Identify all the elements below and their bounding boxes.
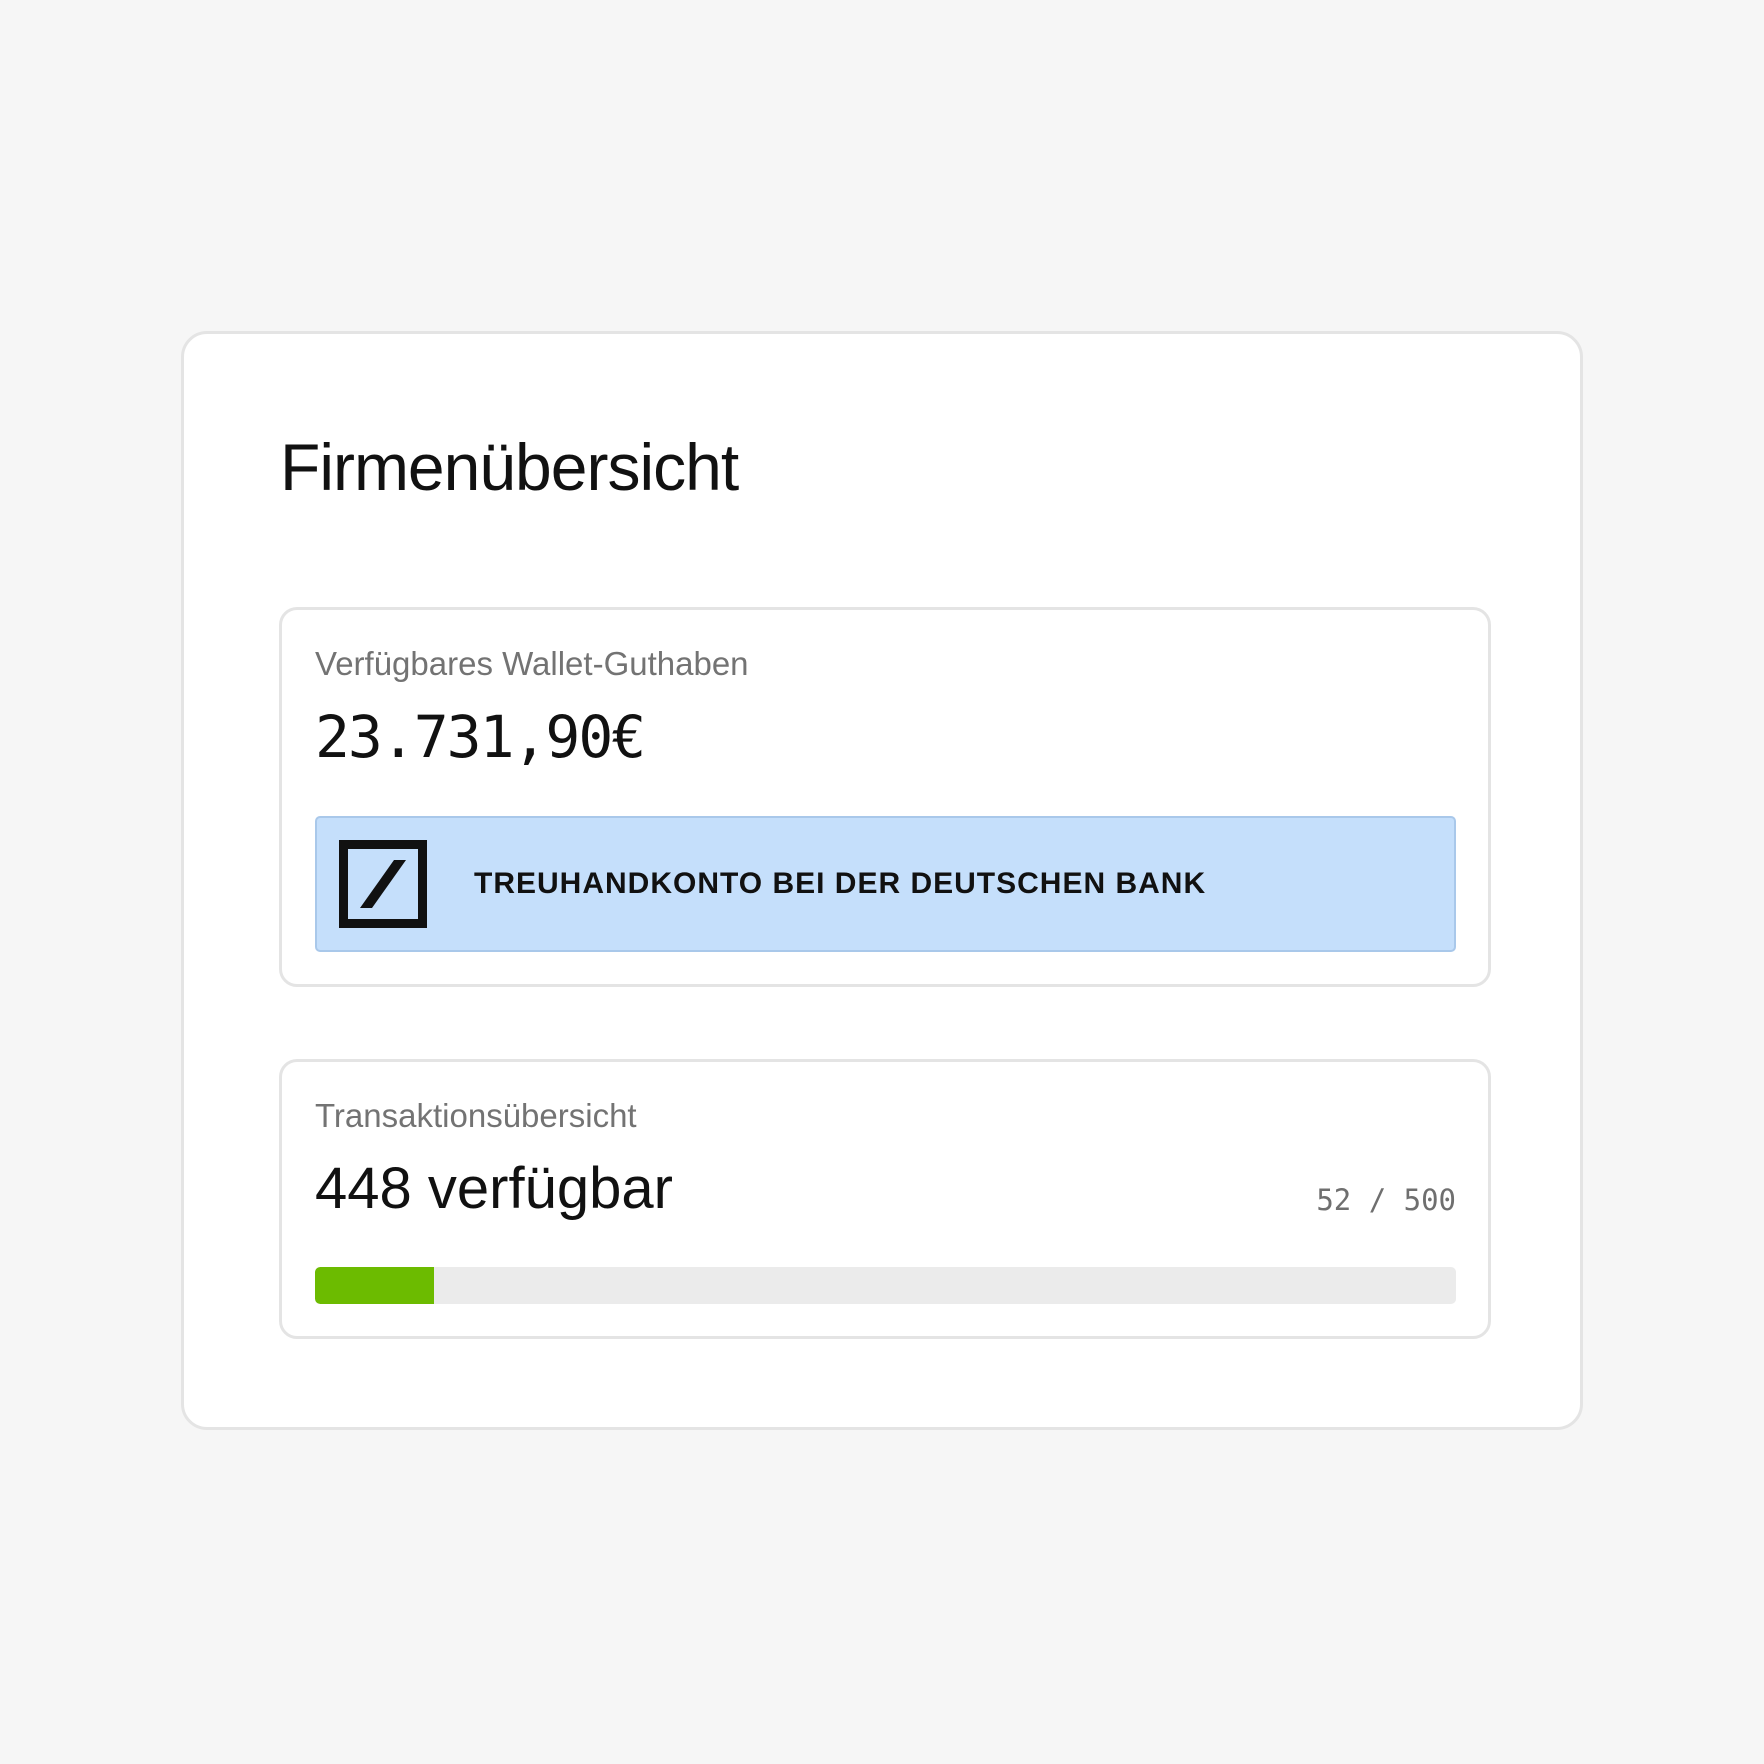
- wallet-balance-label: Verfügbares Wallet-Guthaben: [315, 645, 749, 682]
- transaction-overview-card: Transaktionsübersicht 448 verfügbar 52 /…: [279, 1059, 1491, 1339]
- company-overview-card: Firmenübersicht Verfügbares Wallet-Gutha…: [181, 331, 1583, 1430]
- deutsche-bank-logo-icon: [339, 840, 427, 928]
- trust-account-banner: TREUHANDKONTO BEI DER DEUTSCHEN BANK: [315, 816, 1456, 952]
- wallet-balance-amount: 23.731,90€: [315, 703, 646, 771]
- trust-account-text: TREUHANDKONTO BEI DER DEUTSCHEN BANK: [474, 867, 1207, 900]
- transaction-progress-bar: [315, 1267, 1456, 1304]
- transactions-count: 52 / 500: [1316, 1183, 1456, 1217]
- wallet-balance-card: Verfügbares Wallet-Guthaben 23.731,90€ T…: [279, 607, 1491, 987]
- page-title: Firmenübersicht: [280, 430, 739, 504]
- transaction-overview-label: Transaktionsübersicht: [315, 1097, 637, 1134]
- transactions-available: 448 verfügbar: [315, 1156, 673, 1221]
- transaction-progress-fill: [315, 1267, 434, 1304]
